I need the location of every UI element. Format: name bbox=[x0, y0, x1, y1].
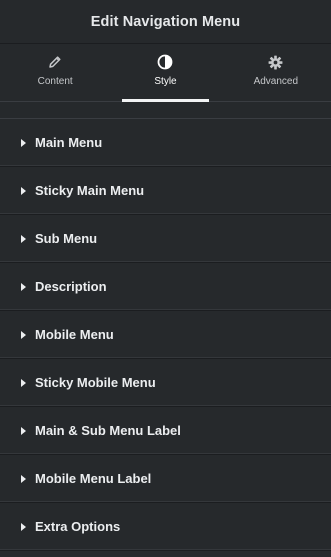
caret-right-icon bbox=[21, 138, 26, 147]
caret-right-icon bbox=[21, 234, 26, 243]
section-extra-options[interactable]: Extra Options bbox=[0, 503, 331, 551]
section-sub-menu[interactable]: Sub Menu bbox=[0, 215, 331, 263]
tab-advanced[interactable]: Advanced bbox=[221, 44, 331, 101]
section-label: Main Menu bbox=[35, 135, 103, 150]
caret-right-icon bbox=[21, 330, 26, 339]
section-label: Sticky Mobile Menu bbox=[35, 375, 156, 390]
section-label: Sub Menu bbox=[35, 231, 98, 246]
editor-panel: Edit Navigation Menu Content Style Advan… bbox=[0, 0, 331, 557]
panel-header: Edit Navigation Menu bbox=[0, 0, 331, 44]
section-label: Main & Sub Menu Label bbox=[35, 423, 181, 438]
pencil-icon bbox=[47, 54, 63, 70]
section-mobile-menu-label[interactable]: Mobile Menu Label bbox=[0, 455, 331, 503]
caret-right-icon bbox=[21, 186, 26, 195]
style-sections: Main Menu Sticky Main Menu Sub Menu Desc… bbox=[0, 119, 331, 551]
section-mobile-menu[interactable]: Mobile Menu bbox=[0, 311, 331, 359]
caret-right-icon bbox=[21, 378, 26, 387]
section-sticky-main-menu[interactable]: Sticky Main Menu bbox=[0, 167, 331, 215]
tab-style-label: Style bbox=[154, 76, 177, 87]
section-description[interactable]: Description bbox=[0, 263, 331, 311]
caret-right-icon bbox=[21, 474, 26, 483]
section-main-menu[interactable]: Main Menu bbox=[0, 119, 331, 167]
section-label: Sticky Main Menu bbox=[35, 183, 145, 198]
panel-tabs: Content Style Advanced bbox=[0, 44, 331, 102]
section-label: Description bbox=[35, 279, 107, 294]
tab-content-label: Content bbox=[37, 76, 73, 87]
caret-right-icon bbox=[21, 522, 26, 531]
gear-icon bbox=[268, 54, 284, 70]
tab-style[interactable]: Style bbox=[110, 44, 220, 102]
panel-title: Edit Navigation Menu bbox=[90, 13, 241, 30]
section-spacer bbox=[0, 102, 331, 119]
section-sticky-mobile-menu[interactable]: Sticky Mobile Menu bbox=[0, 359, 331, 407]
section-label: Mobile Menu Label bbox=[35, 471, 152, 486]
caret-right-icon bbox=[21, 282, 26, 291]
tab-advanced-label: Advanced bbox=[253, 76, 299, 87]
section-label: Mobile Menu bbox=[35, 327, 114, 342]
section-label: Extra Options bbox=[35, 519, 121, 534]
half-circle-contrast-icon bbox=[157, 54, 173, 70]
section-main-sub-menu-label[interactable]: Main & Sub Menu Label bbox=[0, 407, 331, 455]
caret-right-icon bbox=[21, 426, 26, 435]
tab-content[interactable]: Content bbox=[0, 44, 110, 101]
